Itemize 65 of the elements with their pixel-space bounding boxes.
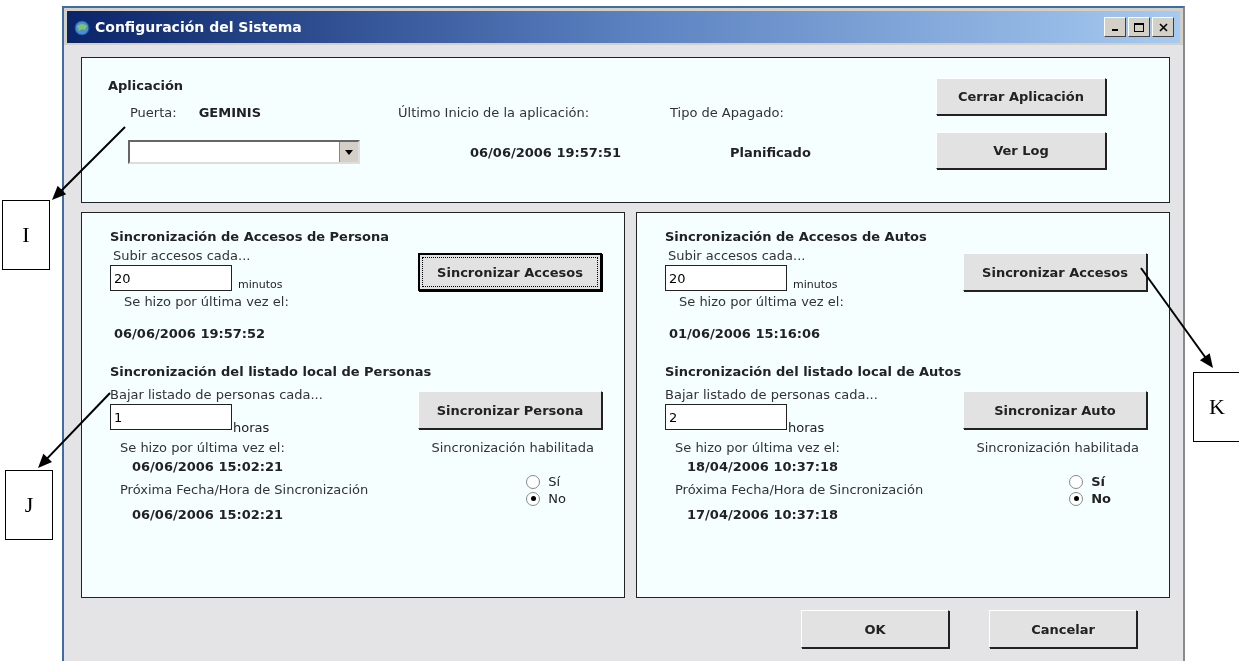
maximize-icon [1134,22,1144,32]
last-sync-label: Se hizo por última vez el: [124,294,290,309]
maximize-button[interactable] [1128,17,1150,37]
globe-icon [73,18,91,36]
dropdown-arrow-icon [345,149,353,155]
radio-button[interactable] [526,491,541,506]
callout-label: J [5,470,53,540]
radio-button[interactable] [1069,491,1084,506]
unit-label: minutos [793,278,838,291]
sync-list-button[interactable]: Sincronizar Persona [418,391,602,429]
app-button[interactable]: Ver Log [936,132,1106,169]
radio-button[interactable] [1069,474,1084,489]
section-heading: Sincronización del listado local de Autos [665,364,963,379]
close-button[interactable] [1152,17,1174,37]
upload-label: Subir accesos cada... [668,248,807,263]
interval-input[interactable]: 20 [665,265,787,291]
radio-label: Sí [548,474,561,489]
last-sync-label: Se hizo por última vez el: [120,440,285,455]
next-sync-value: 06/06/2006 15:02:21 [132,507,285,522]
section-heading: Sincronización del listado local de Personas [110,364,433,379]
section-heading: Sincronización de Accesos de Autos [665,229,928,244]
sync-list-button[interactable]: Sincronizar Auto [963,391,1147,429]
section-heading: Aplicación [108,78,185,93]
shutdown-label: Tipo de Apagado: [670,105,785,120]
last-sync-label: Se hizo por última vez el: [675,440,840,455]
last-sync-value: 06/06/2006 19:57:52 [114,326,267,341]
door-label: Puerta: [130,105,177,120]
upload-label: Subir accesos cada... [113,248,252,263]
last-sync-value: 18/04/2006 10:37:18 [687,459,840,474]
unit-label: horas [233,420,270,435]
sync-access-button[interactable]: Sincronizar Accesos [418,253,602,291]
dialog-button[interactable]: Cancelar [989,610,1137,648]
next-sync-label: Próxima Fecha/Hora de Sincronización [675,482,924,497]
last-sync-value: 06/06/2006 15:02:21 [132,459,285,474]
radio-label: No [1091,491,1111,506]
unit-label: horas [788,420,825,435]
unit-label: minutos [238,278,283,291]
radio-button[interactable] [526,474,541,489]
close-icon [1158,22,1168,32]
door-value: GEMINIS [198,105,262,120]
window-title: Configuración del Sistema [95,19,303,35]
interval-input[interactable]: 1 [110,404,232,430]
app-button[interactable]: Cerrar Aplicación [936,78,1106,115]
radio-label: Sí [1091,474,1105,489]
last-start-label: Último Inicio de la aplicación: [398,105,591,120]
last-sync-label: Se hizo por última vez el: [679,294,845,309]
dialog-button[interactable]: OK [801,610,949,648]
sync-access-button[interactable]: Sincronizar Accesos [963,253,1147,291]
shutdown-value: Planificado [730,145,812,160]
download-label: Bajar listado de personas cada... [665,387,878,402]
callout-label: K [1193,372,1239,442]
minimize-button[interactable] [1104,17,1126,37]
interval-input[interactable]: 20 [110,265,232,291]
enabled-label: Sincronización habilitada [431,440,594,455]
last-start-value: 06/06/2006 19:57:51 [470,145,623,160]
download-label: Bajar listado de personas cada... [110,387,323,402]
enabled-label: Sincronización habilitada [976,440,1139,455]
radio-label: No [548,491,566,506]
section-heading: Sincronización de Accesos de Persona [110,229,391,244]
last-sync-value: 01/06/2006 15:16:06 [669,326,822,341]
callout-label: I [2,200,50,270]
next-sync-value: 17/04/2006 10:37:18 [687,507,840,522]
next-sync-label: Próxima Fecha/Hora de Sincronización [120,482,369,497]
door-dropdown[interactable] [128,140,360,164]
interval-input[interactable]: 2 [665,404,787,430]
